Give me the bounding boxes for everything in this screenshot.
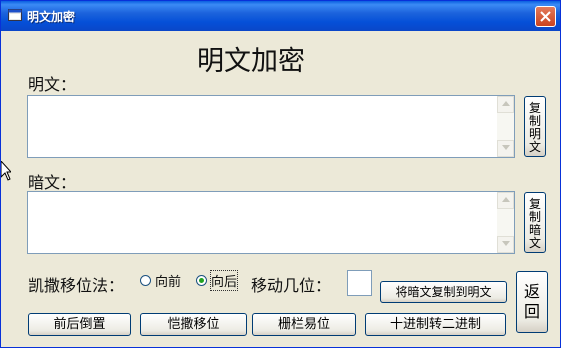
scroll-down-arrow[interactable] xyxy=(497,140,514,157)
caesar-label: 凯撒移位法： xyxy=(28,276,125,295)
radio-forward-label: 向前 xyxy=(155,275,182,290)
scroll-down-arrow[interactable] xyxy=(497,236,514,253)
app-icon xyxy=(8,9,22,21)
ciphertext-label: 暗文： xyxy=(28,173,77,192)
radio-backward-label: 向后 xyxy=(209,270,239,291)
back-button[interactable]: 返回 xyxy=(516,271,548,333)
main-window: 明文加密 明文加密 明文： 复制明文 暗文： 复制暗文 凯撒移位法： 向前 向后… xyxy=(0,0,561,348)
copy-ciphertext-button[interactable]: 复制暗文 xyxy=(524,192,546,253)
radio-forward[interactable] xyxy=(140,275,151,286)
shift-count-label: 移动几位： xyxy=(251,276,332,295)
dec-to-bin-button[interactable]: 十进制转二进制 xyxy=(365,313,506,336)
ciphertext-textarea[interactable] xyxy=(27,191,515,254)
page-heading: 明文加密 xyxy=(197,46,305,77)
reverse-button[interactable]: 前后倒置 xyxy=(28,313,131,336)
mouse-cursor-icon xyxy=(1,161,11,181)
scroll-up-arrow[interactable] xyxy=(497,192,514,209)
close-icon xyxy=(540,11,551,22)
copy-plaintext-button[interactable]: 复制明文 xyxy=(524,96,546,157)
chevron-down-icon xyxy=(502,241,510,246)
chevron-up-icon xyxy=(502,101,510,106)
chevron-up-icon xyxy=(502,197,510,202)
radio-backward[interactable] xyxy=(196,275,207,286)
shift-count-input[interactable] xyxy=(347,270,372,296)
plaintext-scrollbar[interactable] xyxy=(497,96,514,157)
window-title: 明文加密 xyxy=(27,10,76,24)
chevron-down-icon xyxy=(502,145,510,150)
plaintext-label: 明文： xyxy=(28,75,77,94)
plaintext-textarea[interactable] xyxy=(27,95,515,158)
title-bar[interactable]: 明文加密 xyxy=(1,1,560,31)
caesar-shift-button[interactable]: 恺撒移位 xyxy=(140,313,247,336)
ciphertext-scrollbar[interactable] xyxy=(497,192,514,253)
rail-fence-button[interactable]: 栅栏易位 xyxy=(252,313,356,336)
close-button[interactable] xyxy=(535,6,556,27)
scroll-up-arrow[interactable] xyxy=(497,96,514,113)
copy-cipher-to-plain-button[interactable]: 将暗文复制到明文 xyxy=(380,281,507,303)
